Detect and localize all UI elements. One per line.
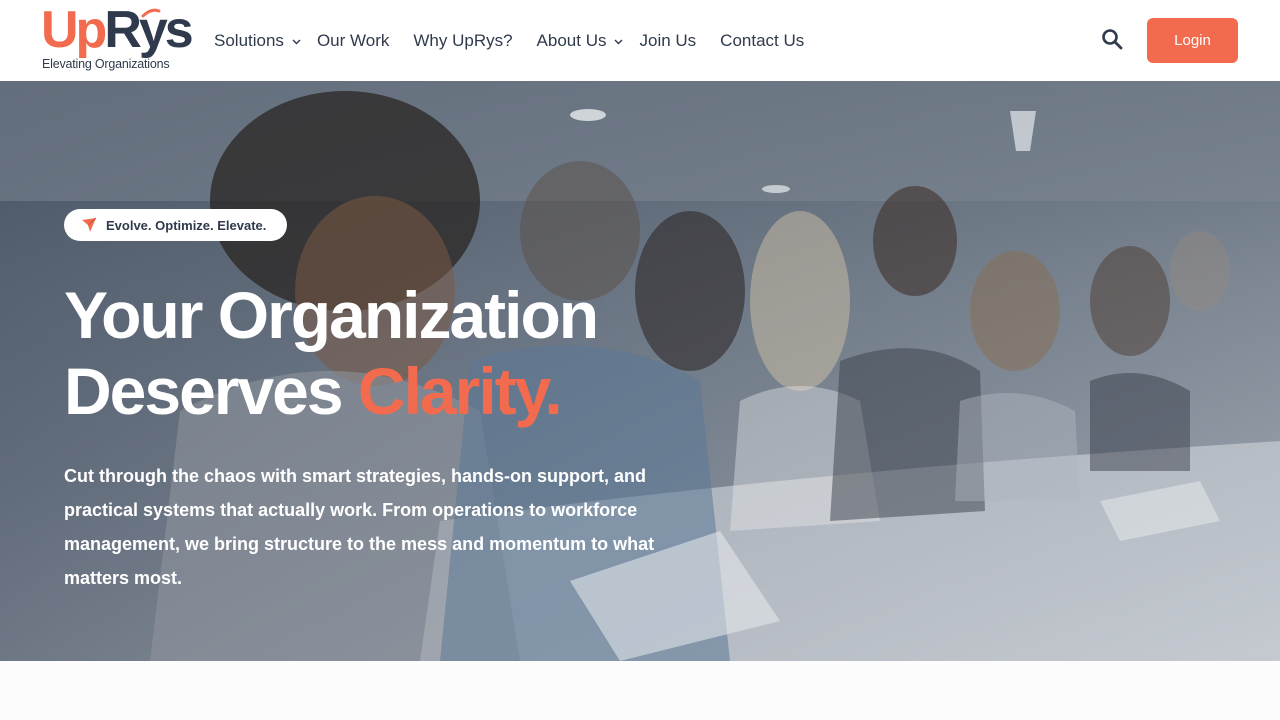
search-icon (1102, 29, 1123, 50)
site-header: UpRys Elevating Organizations Solutions … (0, 0, 1280, 81)
paper-plane-icon (82, 217, 97, 232)
hero-section: Evolve. Optimize. Elevate. Your Organiza… (0, 81, 1280, 661)
headline-accent: Clarity. (357, 354, 563, 428)
tagline-text: Evolve. Optimize. Elevate. (106, 217, 267, 233)
logo-up: Up (41, 1, 107, 59)
nav-solutions-label: Solutions (214, 31, 284, 50)
chevron-down-icon (292, 39, 301, 45)
logo-wordmark: UpRys (41, 1, 194, 59)
nav-solutions[interactable]: Solutions (214, 31, 301, 51)
uprys-logo[interactable]: UpRys Elevating Organizations (41, 4, 194, 74)
nav-about-us-label: About Us (536, 31, 607, 50)
nav-our-work-label: Our Work (316, 31, 390, 50)
search-button[interactable] (1101, 28, 1125, 52)
below-hero-area (0, 661, 1280, 720)
nav-join-us-label: Join Us (639, 31, 697, 50)
headline-line-1: Your Organization (64, 278, 599, 352)
headline-line-2-prefix: Deserves (64, 354, 358, 428)
hero-headline: Your Organization Deserves Clarity. (64, 277, 764, 429)
nav-contact-us[interactable]: Contact Us (720, 31, 804, 51)
logo-swoosh-icon (141, 8, 161, 18)
nav-join-us[interactable]: Join Us (639, 31, 696, 51)
tagline-badge: Evolve. Optimize. Elevate. (64, 209, 287, 241)
hero-description: Cut through the chaos with smart strateg… (64, 466, 655, 588)
nav-contact-us-label: Contact Us (720, 31, 805, 50)
login-button[interactable]: Login (1147, 18, 1238, 63)
nav-why-uprys[interactable]: Why UpRys? (413, 31, 512, 51)
logo-tagline: Elevating Organizations (42, 57, 170, 71)
nav-why-uprys-label: Why UpRys? (413, 31, 513, 50)
main-nav: Solutions Our Work Why UpRys? About Us J… (214, 29, 804, 53)
nav-our-work[interactable]: Our Work (317, 31, 389, 51)
nav-about-us[interactable]: About Us (537, 31, 624, 51)
chevron-down-icon (614, 39, 623, 45)
